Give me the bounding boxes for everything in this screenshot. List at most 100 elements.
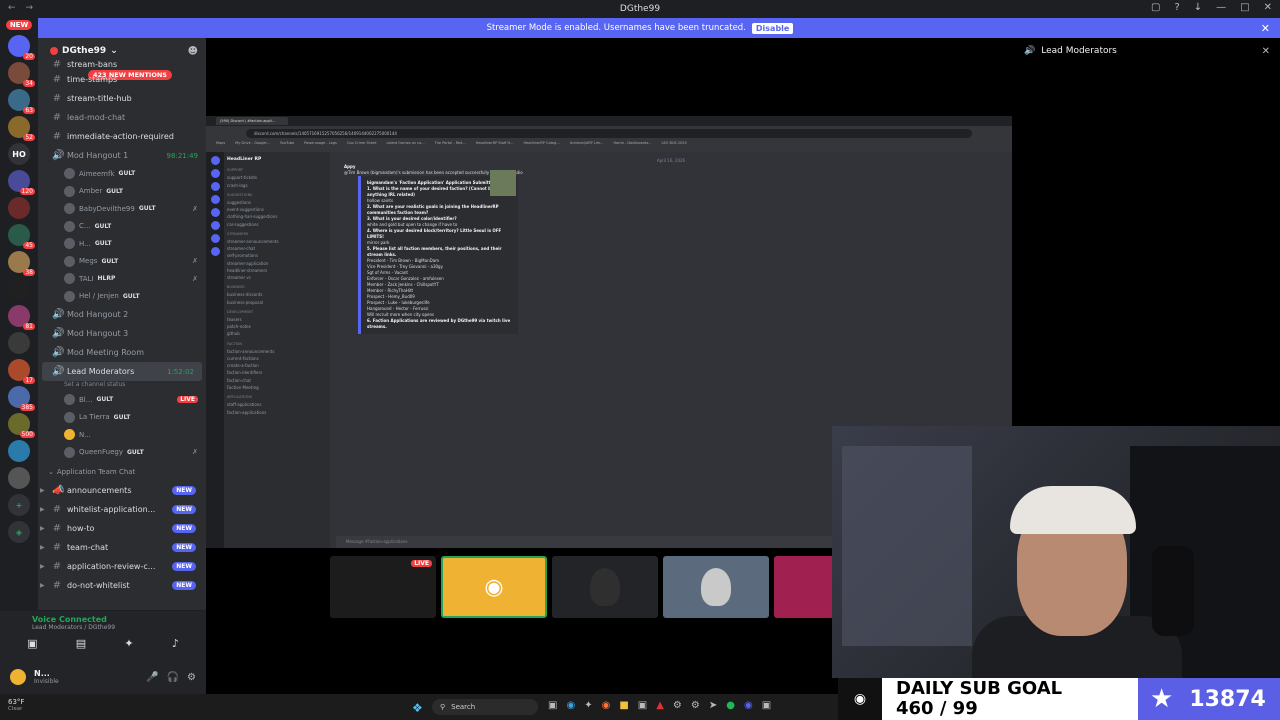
- edge-icon[interactable]: ◉: [566, 700, 575, 711]
- forward-arrow-icon[interactable]: →: [26, 3, 34, 13]
- user-name: La Tierra: [79, 413, 110, 422]
- channel-how-to[interactable]: ▶ # how-to NEW: [38, 519, 206, 538]
- add-member-icon[interactable]: ☻: [188, 46, 198, 57]
- voice-user[interactable]: TALI HLRP ✗: [38, 270, 206, 288]
- voice-user[interactable]: C... GULT: [38, 218, 206, 236]
- voice-user[interactable]: BabyDevilthe99 GULT ✗: [38, 200, 206, 218]
- download-icon[interactable]: ↓: [1194, 2, 1202, 13]
- participant-tile-discord[interactable]: ◉: [441, 556, 547, 618]
- voice-channel-mod-meeting-room[interactable]: 🔊 Mod Meeting Room: [38, 343, 206, 362]
- voice-user[interactable]: Aimeemfk GULT: [38, 165, 206, 183]
- voice-channel-lead-moderators[interactable]: 🔊 Lead Moderators 1:52:02: [42, 362, 202, 381]
- acrobat-icon[interactable]: ▲: [656, 700, 664, 711]
- windows-start-icon[interactable]: ❖: [412, 701, 423, 715]
- steam-icon[interactable]: ⚙: [691, 700, 700, 711]
- discover-icon[interactable]: ◈: [8, 521, 30, 543]
- server-icon[interactable]: 34: [8, 62, 35, 87]
- server-icon[interactable]: [8, 332, 30, 354]
- app-icon[interactable]: ▣: [762, 700, 771, 711]
- voice-connected-label[interactable]: Voice Connected: [8, 615, 198, 624]
- activities-icon[interactable]: ✦: [124, 637, 133, 650]
- back-arrow-icon[interactable]: ←: [8, 3, 16, 13]
- channel-immediate-action-required[interactable]: # immediate-action-required: [38, 127, 206, 146]
- voice-user[interactable]: Megs GULT ✗: [38, 253, 206, 271]
- participant-tile[interactable]: [552, 556, 658, 618]
- server-icon[interactable]: [8, 278, 30, 300]
- disable-button[interactable]: Disable: [751, 22, 794, 34]
- channel-lead-mod-chat[interactable]: # lead-mod-chat: [38, 108, 206, 127]
- taskbar-search[interactable]: ⚲ Search: [432, 699, 538, 715]
- server-icon[interactable]: 120: [8, 170, 35, 195]
- app-icon[interactable]: ➤: [709, 700, 717, 711]
- copilot-icon[interactable]: ✦: [584, 700, 592, 711]
- category-application-team-chat[interactable]: ⌄ Application Team Chat: [38, 463, 206, 481]
- server-icon[interactable]: 81: [8, 305, 35, 330]
- channel-team-chat[interactable]: ▶ # team-chat NEW: [38, 538, 206, 557]
- channel-stream-title-hub[interactable]: # stream-title-hub: [38, 89, 206, 108]
- add-server-icon[interactable]: +: [8, 494, 30, 516]
- channel-stream-bans[interactable]: # stream-bans: [38, 58, 206, 70]
- maximize-icon[interactable]: □: [1240, 2, 1249, 13]
- camera-off-icon[interactable]: ▣: [27, 637, 37, 650]
- avatar[interactable]: [10, 669, 26, 685]
- channel-application-review[interactable]: ▶ # application-review-c... NEW: [38, 557, 206, 576]
- channel-time-stamps[interactable]: # time-stamps: [38, 70, 206, 89]
- spotify-icon[interactable]: ●: [726, 700, 735, 711]
- server-icon-ho[interactable]: HO: [8, 143, 30, 165]
- voice-user[interactable]: La Tierra GULT: [38, 409, 206, 427]
- server-icon[interactable]: 20: [8, 35, 35, 60]
- server-icon[interactable]: [8, 440, 30, 462]
- task-view-icon[interactable]: ▣: [548, 700, 557, 711]
- voice-user[interactable]: Hel / Jenjen GULT: [38, 288, 206, 306]
- server-icon[interactable]: 500: [8, 413, 35, 438]
- voice-user[interactable]: Amber GULT: [38, 183, 206, 201]
- microphone-icon[interactable]: 🎤: [146, 672, 158, 683]
- discord-icon[interactable]: ◉: [744, 700, 753, 711]
- set-channel-status[interactable]: Set a channel status: [38, 381, 206, 391]
- server-icon[interactable]: [8, 197, 30, 219]
- chevron-right-icon: ▶: [40, 525, 45, 532]
- screen-share-icon[interactable]: ▤: [76, 637, 86, 650]
- participant-tile[interactable]: [774, 556, 834, 618]
- shared-channel: patch-notes: [227, 324, 251, 330]
- inbox-icon[interactable]: ▢: [1151, 2, 1160, 13]
- channel-announcements[interactable]: ▶ 📣 announcements NEW: [38, 481, 206, 500]
- server-icon[interactable]: 17: [8, 359, 35, 384]
- app-icon[interactable]: ▣: [638, 700, 647, 711]
- file-explorer-icon[interactable]: ■: [619, 700, 628, 711]
- server-icon[interactable]: 38: [8, 251, 35, 276]
- window-title: DGthe99: [619, 4, 661, 14]
- server-icon[interactable]: [8, 467, 30, 489]
- search-label: Search: [451, 703, 476, 711]
- voice-channel-mod-hangout-2[interactable]: 🔊 Mod Hangout 2: [38, 305, 206, 324]
- server-icon[interactable]: 52: [8, 116, 35, 141]
- server-icon[interactable]: 63: [8, 89, 35, 114]
- app-icon[interactable]: ⚙: [673, 700, 682, 711]
- gear-icon[interactable]: ⚙: [187, 672, 196, 683]
- voice-location[interactable]: Lead Moderators / DGthe99: [8, 624, 198, 631]
- voice-user[interactable]: H... GULT: [38, 235, 206, 253]
- chevron-down-icon: ⌄: [110, 46, 118, 56]
- soundboard-icon[interactable]: ♪: [172, 637, 179, 650]
- channel-whitelist-application[interactable]: ▶ # whitelist-application... NEW: [38, 500, 206, 519]
- help-icon[interactable]: ?: [1174, 2, 1179, 13]
- voice-user[interactable]: Bl... GULT LIVE: [38, 391, 206, 409]
- voice-user[interactable]: N...: [38, 426, 206, 444]
- close-window-icon[interactable]: ✕: [1264, 2, 1272, 13]
- voice-channel-mod-hangout-1[interactable]: 🔊 Mod Hangout 1 98:21:49: [38, 146, 206, 165]
- screen-share-tile[interactable]: LIVE: [330, 556, 436, 618]
- minimize-icon[interactable]: —: [1216, 2, 1226, 13]
- server-icon[interactable]: 45: [8, 224, 35, 249]
- firefox-icon[interactable]: ◉: [602, 700, 611, 711]
- server-icon[interactable]: 385: [8, 386, 35, 411]
- participant-tile[interactable]: [663, 556, 769, 618]
- weather-widget[interactable]: 63°F Clear: [8, 699, 24, 713]
- close-icon[interactable]: ✕: [1262, 46, 1270, 57]
- close-icon[interactable]: ✕: [1261, 22, 1270, 35]
- shared-channel: business-proposal: [227, 299, 264, 305]
- voice-user[interactable]: QueenFuegy GULT ✗: [38, 444, 206, 462]
- voice-channel-mod-hangout-3[interactable]: 🔊 Mod Hangout 3: [38, 324, 206, 343]
- headphones-icon[interactable]: 🎧: [167, 672, 179, 683]
- channel-do-not-whitelist[interactable]: ▶ # do-not-whitelist NEW: [38, 576, 206, 595]
- unread-count: 120: [19, 188, 35, 195]
